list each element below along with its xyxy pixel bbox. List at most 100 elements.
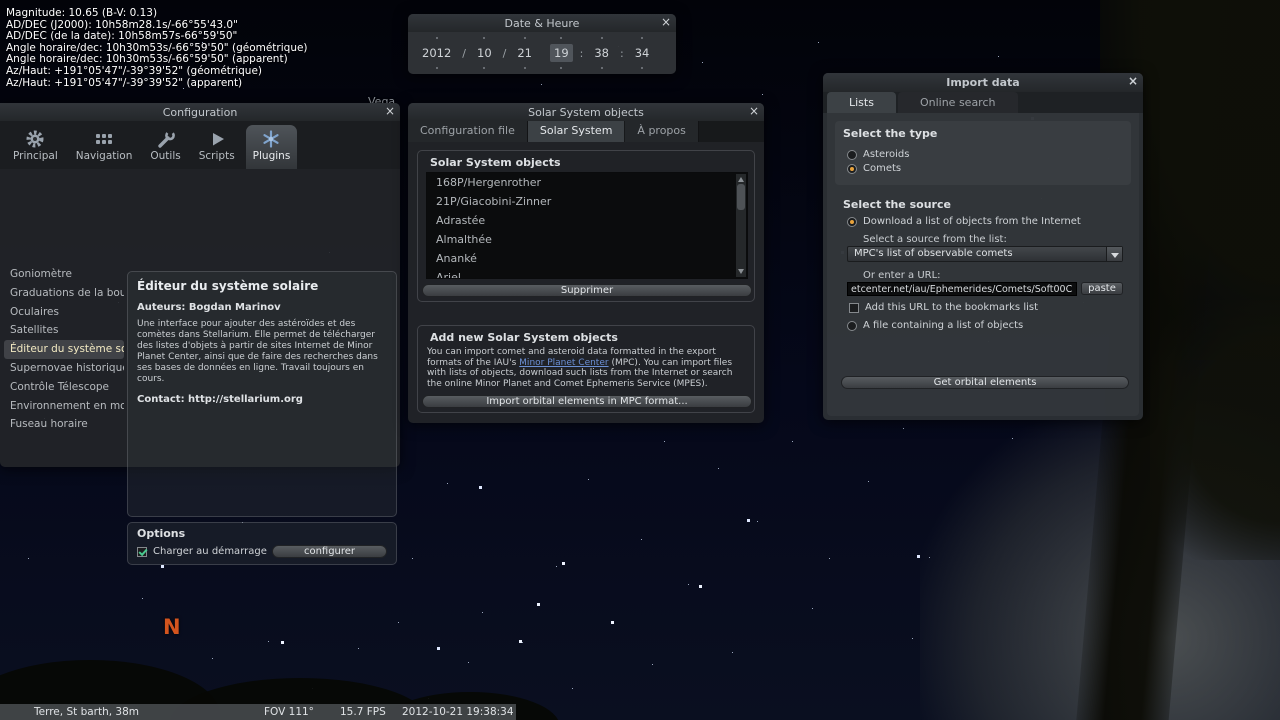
tab-a-propos[interactable]: À propos: [625, 121, 699, 142]
status-fov: FOV 111°: [264, 706, 314, 718]
close-icon[interactable]: ×: [1126, 75, 1140, 89]
date-fields: 2012 / 10 / 21: [418, 37, 536, 69]
date-separator: /: [462, 46, 466, 60]
minor-planet-center-link[interactable]: Minor Planet Center: [519, 358, 608, 368]
month-spinner[interactable]: 10: [473, 37, 496, 69]
close-icon[interactable]: ×: [659, 16, 673, 30]
solar-object-item[interactable]: 168P/Hergenrother: [427, 173, 747, 192]
scrollbar[interactable]: [736, 174, 746, 277]
plugin-list-item[interactable]: Satellites: [4, 321, 124, 340]
plugin-list-item[interactable]: Supernovae historiques: [4, 359, 124, 378]
add-objects-heading: Add new Solar System objects: [430, 331, 618, 344]
tab-scripts[interactable]: Scripts: [192, 125, 242, 169]
file-list-radio[interactable]: [847, 320, 857, 331]
configuration-dialog-titlebar[interactable]: Configuration ×: [0, 103, 400, 121]
tab-label: Plugins: [252, 150, 291, 162]
download-from-internet-radio[interactable]: [847, 216, 857, 227]
add-objects-description: You can import comet and asteroid data f…: [427, 347, 747, 389]
solar-objects-group: Solar System objects 168P/Hergenrother 2…: [417, 150, 755, 302]
solar-system-tab-bar: Configuration file Solar System À propos: [408, 121, 764, 142]
plugin-list-item[interactable]: Contrôle Télescope: [4, 378, 124, 397]
configuration-dialog: Configuration × Principal Navigation Out…: [0, 103, 400, 565]
plugin-star-icon: [261, 129, 281, 149]
source-list-label: Select a source from the list:: [863, 234, 1007, 245]
second-spinner[interactable]: 34: [631, 37, 654, 69]
plugin-list: Goniomètre Graduations de la bou... Ocul…: [4, 265, 124, 434]
tab-label: Navigation: [75, 150, 133, 162]
scroll-down-icon[interactable]: [738, 269, 744, 274]
plugin-list-item[interactable]: Fuseau horaire: [4, 415, 124, 434]
status-bar: Terre, St barth, 38m FOV 111° 15.7 FPS 2…: [0, 704, 516, 720]
plugin-list-item-selected[interactable]: Éditeur du système sol...: [4, 340, 124, 359]
date-separator: /: [502, 46, 507, 60]
chevron-down-icon[interactable]: [1106, 247, 1122, 261]
solar-object-item[interactable]: Ariel: [427, 268, 747, 278]
star-field-bright: [0, 0, 1, 1]
options-heading: Options: [137, 527, 186, 540]
select-type-heading: Select the type: [843, 127, 938, 140]
solar-object-item[interactable]: Ananké: [427, 249, 747, 268]
scrollbar-thumb[interactable]: [737, 184, 745, 210]
play-icon: [207, 129, 227, 149]
stellarium-sky-view[interactable]: Vega N Magnitude: 10.65 (B-V: 0.13) AD/D…: [0, 0, 1280, 720]
plugin-list-item[interactable]: Oculaires: [4, 303, 124, 322]
datetime-dialog-titlebar[interactable]: Date & Heure ×: [408, 14, 676, 32]
import-mpc-button[interactable]: Import orbital elements in MPC format...: [422, 395, 752, 408]
plugin-list-item[interactable]: Graduations de la bou...: [4, 284, 124, 303]
year-spinner[interactable]: 2012: [418, 37, 455, 69]
solar-system-dialog-title: Solar System objects: [528, 105, 644, 119]
paste-button[interactable]: paste: [1081, 282, 1123, 295]
datetime-dialog: Date & Heure × 2012 / 10 / 21 19 : 38 : …: [408, 14, 676, 74]
datetime-dialog-title: Date & Heure: [504, 16, 580, 30]
download-from-internet-label: Download a list of objects from the Inte…: [863, 216, 1081, 227]
status-fps: 15.7 FPS: [340, 706, 386, 718]
tree-canopy-right: [1150, 300, 1280, 560]
select-source-group: Select the source Download a list of obj…: [835, 196, 1131, 434]
solar-object-item[interactable]: Almalthée: [427, 230, 747, 249]
load-at-startup-label: Charger au démarrage: [153, 546, 267, 557]
import-tab-bar: Lists Online search: [823, 92, 1143, 113]
tab-plugins[interactable]: Plugins: [245, 125, 298, 169]
minute-spinner[interactable]: 38: [590, 37, 613, 69]
source-dropdown-value: MPC's list of observable comets: [854, 248, 1013, 259]
plugin-description: Une interface pour ajouter des astéroïde…: [137, 319, 378, 384]
solar-object-item[interactable]: 21P/Giacobini-Zinner: [427, 192, 747, 211]
tab-outils[interactable]: Outils: [143, 125, 187, 169]
solar-system-dialog-titlebar[interactable]: Solar System objects ×: [408, 103, 764, 121]
load-at-startup-checkbox[interactable]: [137, 546, 147, 557]
tab-lists[interactable]: Lists: [827, 92, 896, 113]
close-icon[interactable]: ×: [383, 105, 397, 119]
remove-object-button[interactable]: Supprimer: [422, 284, 752, 297]
url-input[interactable]: [847, 282, 1077, 296]
asteroids-radio[interactable]: [847, 149, 857, 160]
tab-solar-system[interactable]: Solar System: [527, 121, 626, 142]
solar-objects-heading: Solar System objects: [430, 156, 561, 169]
scroll-up-icon[interactable]: [738, 177, 744, 182]
configure-button[interactable]: configurer: [272, 545, 387, 558]
info-line-magnitude: Magnitude: 10.65 (B-V: 0.13): [6, 7, 158, 19]
tab-principal[interactable]: Principal: [6, 125, 65, 169]
asteroids-label: Asteroids: [863, 149, 910, 160]
tab-configuration-file[interactable]: Configuration file: [408, 121, 528, 142]
tab-online-search[interactable]: Online search: [897, 92, 1018, 113]
status-location: Terre, St barth, 38m: [34, 706, 140, 718]
plugin-details-panel: Éditeur du système solaire Auteurs: Bogd…: [127, 271, 397, 517]
comets-radio[interactable]: [847, 163, 857, 174]
source-dropdown[interactable]: MPC's list of observable comets: [847, 246, 1123, 262]
tab-navigation[interactable]: Navigation: [69, 125, 140, 169]
import-data-dialog-titlebar[interactable]: Import data ×: [823, 73, 1143, 92]
plugin-authors: Auteurs: Bogdan Marinov: [137, 302, 281, 313]
day-spinner[interactable]: 21: [513, 37, 536, 69]
plugin-list-item[interactable]: Goniomètre: [4, 265, 124, 284]
info-line-azalt-app: Az/Haut: +191°05'47"/-39°39'52" (apparen…: [6, 76, 243, 89]
close-icon[interactable]: ×: [747, 105, 761, 119]
plugin-options-panel: Options Charger au démarrage configurer: [127, 522, 397, 565]
solar-system-dialog: Solar System objects × Configuration fil…: [408, 103, 764, 423]
get-orbital-elements-button[interactable]: Get orbital elements: [841, 376, 1129, 389]
plugin-list-item[interactable]: Environnement en mo...: [4, 397, 124, 416]
hour-spinner[interactable]: 19: [550, 37, 573, 69]
solar-object-item[interactable]: Adrastée: [427, 211, 747, 230]
import-dialog-body: Select the type Asteroids Comets Select …: [827, 113, 1139, 416]
gear-icon: [25, 129, 45, 149]
bookmark-url-checkbox[interactable]: [849, 302, 859, 313]
